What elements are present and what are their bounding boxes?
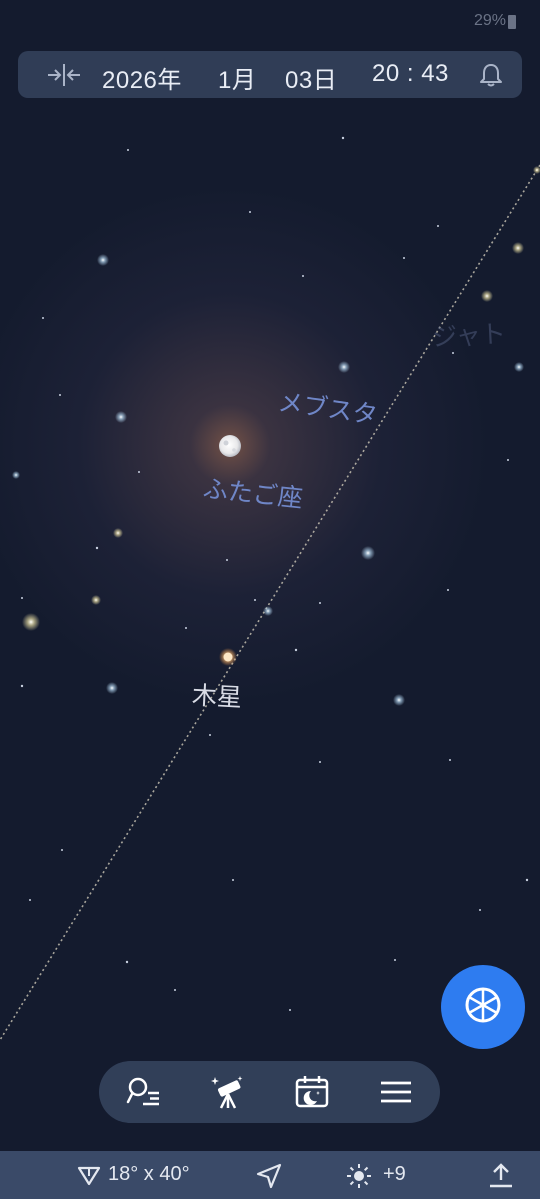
- star: [29, 899, 31, 901]
- star: [232, 879, 234, 881]
- star: [302, 275, 304, 277]
- star: [403, 257, 405, 259]
- star: [525, 878, 529, 882]
- collapse-arrows-icon[interactable]: [46, 62, 82, 92]
- star: [185, 627, 187, 629]
- star: [393, 694, 405, 706]
- month-field[interactable]: 1月: [218, 60, 256, 95]
- star: [97, 254, 109, 266]
- star: [249, 211, 251, 213]
- star: [294, 648, 298, 652]
- ecliptic-line: [0, 164, 540, 1041]
- star: [106, 682, 118, 694]
- battery-percentage: 29%: [473, 12, 506, 29]
- star: [289, 1009, 291, 1011]
- star: [437, 225, 439, 227]
- star: [115, 411, 127, 423]
- main-toolbar: [99, 1061, 440, 1123]
- time-field[interactable]: 20 : 43: [372, 60, 449, 88]
- star: [507, 459, 509, 461]
- star: [12, 471, 20, 479]
- star: [447, 589, 449, 591]
- year-field[interactable]: 2026年: [102, 60, 182, 95]
- bell-icon[interactable]: [478, 62, 504, 92]
- star: [533, 166, 540, 174]
- moon-crater: [232, 448, 236, 452]
- sun-brightness-icon[interactable]: [346, 1163, 372, 1195]
- day-field[interactable]: 03日: [285, 60, 337, 95]
- star: [127, 149, 129, 151]
- star: [91, 595, 101, 605]
- star: [61, 849, 63, 851]
- star: [361, 546, 375, 560]
- star: [21, 597, 23, 599]
- calendar-night-icon[interactable]: [294, 1074, 330, 1110]
- star: [42, 317, 44, 319]
- search-list-icon[interactable]: [125, 1074, 161, 1110]
- star: [394, 959, 396, 961]
- star: [209, 734, 211, 736]
- star: [20, 684, 24, 688]
- star: [113, 528, 123, 538]
- star: [341, 136, 345, 140]
- star: [59, 394, 61, 396]
- upload-share-icon[interactable]: [488, 1162, 514, 1194]
- star: [319, 602, 321, 604]
- star: [338, 361, 350, 373]
- field-of-view-value[interactable]: 18° x 40°: [108, 1163, 190, 1186]
- wheel-icon: [464, 986, 502, 1028]
- star: [254, 599, 256, 601]
- star: [95, 546, 99, 550]
- planet-label-jupiter[interactable]: 木星: [191, 676, 243, 715]
- star: [138, 471, 140, 473]
- telescope-icon[interactable]: [210, 1074, 246, 1110]
- star: [319, 761, 321, 763]
- star: [512, 242, 524, 254]
- star: [125, 960, 129, 964]
- fov-triangle-icon[interactable]: [77, 1166, 101, 1192]
- faded-star-label: ジャト: [431, 319, 507, 352]
- jupiter: [223, 652, 233, 662]
- moon-crater: [223, 440, 229, 446]
- wheel-fab-button[interactable]: [441, 965, 525, 1049]
- date-time-bar[interactable]: 2026年 1月 03日 20 : 43: [18, 51, 522, 98]
- battery-icon: [508, 15, 516, 29]
- star: [479, 909, 481, 911]
- star: [514, 362, 524, 372]
- brightness-value[interactable]: +9: [383, 1163, 406, 1186]
- star: [226, 559, 228, 561]
- star: [174, 989, 176, 991]
- star: [263, 606, 273, 616]
- star: [449, 759, 451, 761]
- hamburger-menu-icon[interactable]: [378, 1074, 414, 1110]
- moon: [219, 435, 241, 457]
- star: [481, 290, 493, 302]
- star: [22, 613, 40, 631]
- bottom-info-bar: 18° x 40° +9: [0, 1151, 540, 1199]
- navigation-arrow-icon[interactable]: [256, 1163, 282, 1195]
